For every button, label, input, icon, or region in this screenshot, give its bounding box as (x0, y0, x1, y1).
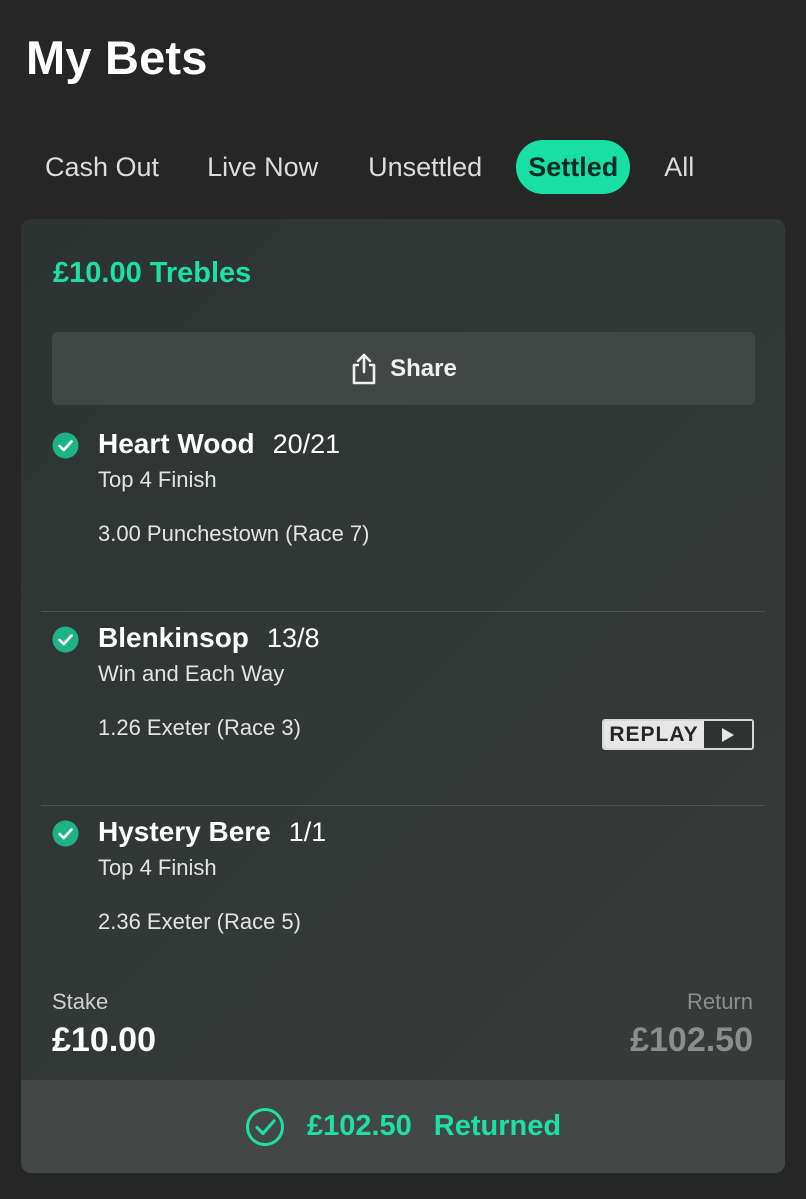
selection-name: Blenkinsop (98, 622, 249, 653)
bet-card: £10.00 Trebles Share Heart Wood 20/21 Top… (21, 219, 785, 1173)
stake-value: £10.00 (52, 1021, 156, 1059)
returned-amount: £102.50 (306, 1110, 412, 1142)
selection-odds: 20/21 (272, 429, 341, 459)
check-circle-icon (52, 820, 79, 847)
selection-name-line: Hystery Bere 1/1 (98, 816, 326, 848)
selection-row: Heart Wood 20/21 Top 4 Finish 3.00 Punche… (41, 418, 765, 612)
tab-cash-out[interactable]: Cash Out (27, 140, 177, 194)
check-circle-icon (52, 432, 79, 459)
selection-event: 1.26 Exeter (Race 3) (98, 715, 301, 740)
selection-name-line: Heart Wood 20/21 (98, 428, 340, 460)
check-circle-icon (52, 626, 79, 653)
bet-title: £10.00 Trebles (53, 257, 252, 289)
page-title: My Bets (26, 31, 208, 84)
check-circle-outline-icon (245, 1107, 284, 1146)
selection-odds: 1/1 (288, 817, 327, 847)
returned-status-bar: £102.50 Returned (21, 1080, 785, 1173)
tab-unsettled[interactable]: Unsettled (350, 140, 500, 194)
replay-label: REPLAY (604, 721, 704, 748)
selection-event: 2.36 Exeter (Race 5) (98, 909, 301, 934)
stake-label: Stake (52, 989, 109, 1014)
tab-all[interactable]: All (646, 140, 712, 194)
selection-row: Hystery Bere 1/1 Top 4 Finish 2.36 Exeter… (41, 806, 765, 1000)
selection-market: Win and Each Way (98, 661, 285, 686)
replay-button[interactable]: REPLAY (602, 719, 754, 750)
selection-event: 3.00 Punchestown (Race 7) (98, 521, 370, 546)
tab-live-now[interactable]: Live Now (189, 140, 336, 194)
selection-row: Blenkinsop 13/8 Win and Each Way 1.26 Exe… (41, 612, 765, 806)
share-button[interactable]: Share (52, 332, 755, 405)
selection-name: Heart Wood (98, 428, 255, 459)
return-value: £102.50 (630, 1021, 753, 1059)
returned-text: Returned (433, 1110, 562, 1142)
bet-filter-tabs: Cash Out Live Now Unsettled Settled All (27, 139, 712, 195)
tab-settled[interactable]: Settled (516, 140, 631, 194)
selection-name: Hystery Bere (98, 816, 271, 847)
return-label: Return (686, 989, 753, 1014)
share-label: Share (390, 354, 457, 382)
share-icon (352, 353, 376, 384)
selection-odds: 13/8 (266, 623, 320, 653)
selection-market: Top 4 Finish (98, 467, 217, 492)
selection-market: Top 4 Finish (98, 855, 217, 880)
selection-name-line: Blenkinsop 13/8 (98, 622, 319, 654)
play-icon (704, 721, 752, 748)
